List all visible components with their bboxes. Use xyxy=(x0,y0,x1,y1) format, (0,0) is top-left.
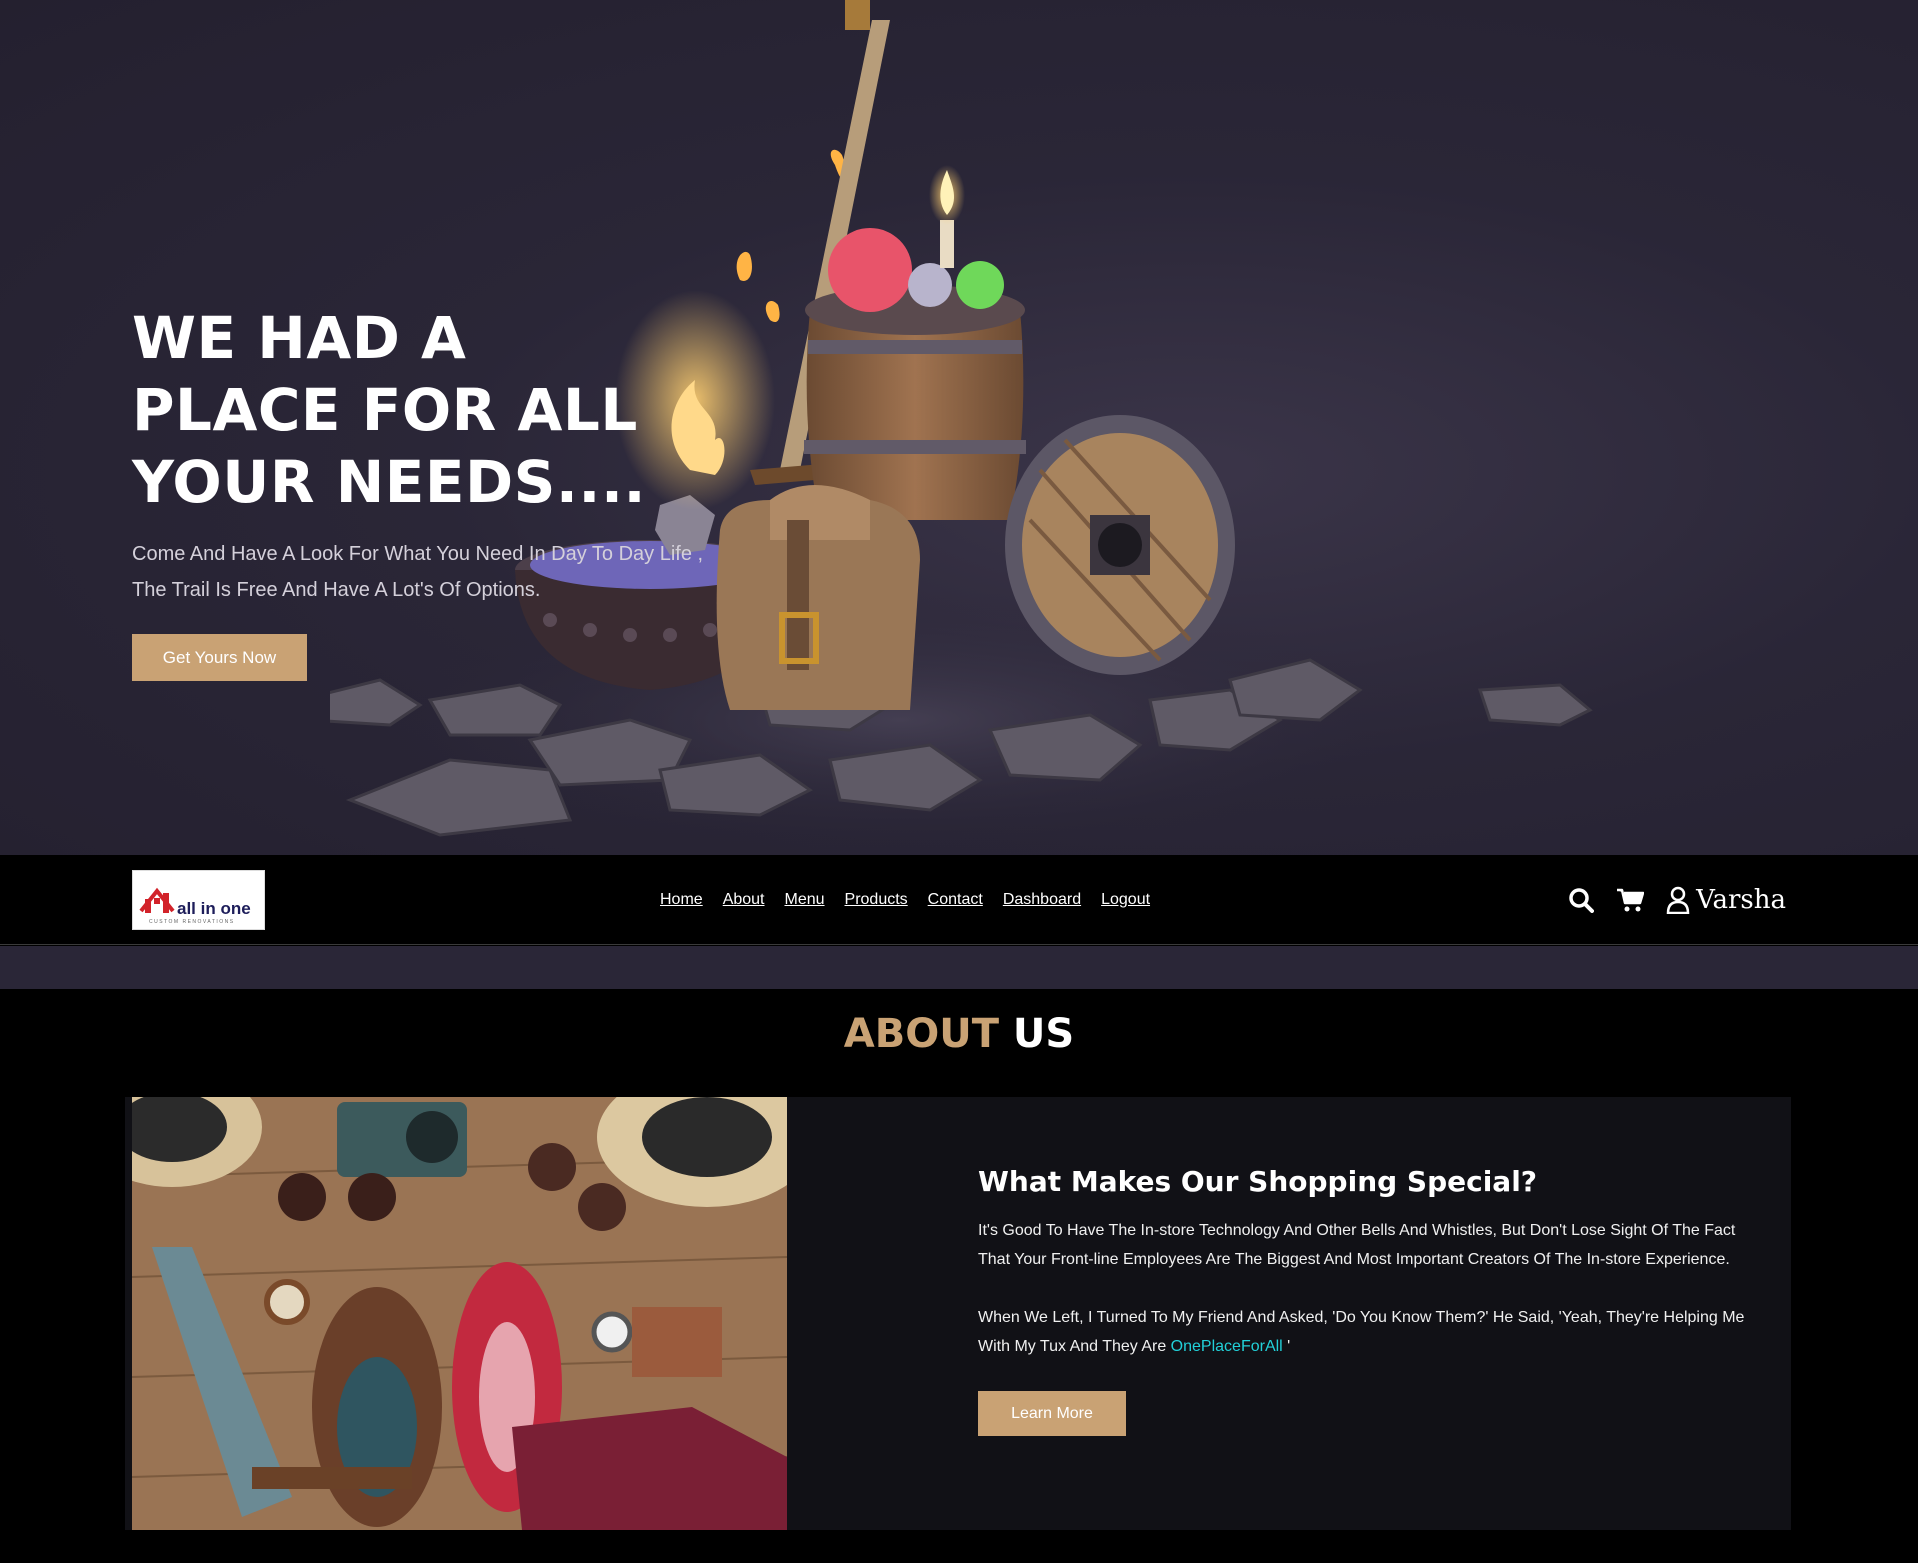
logo[interactable]: all in one CUSTOM RENOVATIONS xyxy=(132,870,265,930)
nav-link-home[interactable]: Home xyxy=(660,891,703,909)
navbar: all in one CUSTOM RENOVATIONS Home About… xyxy=(0,855,1918,945)
hero-title: WE HAD A PLACE FOR ALL YOUR NEEDS.... xyxy=(132,304,647,516)
learn-more-button[interactable]: Learn More xyxy=(978,1391,1126,1436)
nav-links: Home About Menu Products Contact Dashboa… xyxy=(660,855,1150,945)
house-logo-icon: all in one CUSTOM RENOVATIONS xyxy=(139,887,251,925)
hero-subtitle: Come And Have A Look For What You Need I… xyxy=(132,543,704,601)
nav-link-contact[interactable]: Contact xyxy=(928,891,983,909)
about-paragraph-2: When We Left, I Turned To My Friend And … xyxy=(978,1303,1768,1361)
section-divider xyxy=(0,946,1918,989)
about-title: What Makes Our Shopping Special? xyxy=(978,1165,1538,1198)
about-card: What Makes Our Shopping Special? It's Go… xyxy=(125,1097,1791,1530)
about-section: ABOUT US What Makes Our Shopping Special… xyxy=(0,989,1918,1563)
fashion-flatlay-image xyxy=(132,1097,787,1530)
hero-section: WE HAD A PLACE FOR ALL YOUR NEEDS.... Co… xyxy=(0,0,1918,855)
about-heading-rest: US xyxy=(1012,1011,1075,1057)
about-content: What Makes Our Shopping Special? It's Go… xyxy=(978,1165,1768,1436)
about-paragraph-2-text: When We Left, I Turned To My Friend And … xyxy=(978,1309,1745,1355)
about-heading: ABOUT US xyxy=(0,1011,1918,1057)
logo-text: all in one xyxy=(177,899,251,918)
cart-icon[interactable] xyxy=(1616,887,1645,913)
about-heading-accent: ABOUT xyxy=(843,1011,999,1057)
nav-link-about[interactable]: About xyxy=(723,891,765,909)
nav-link-products[interactable]: Products xyxy=(845,891,908,909)
nav-link-logout[interactable]: Logout xyxy=(1101,891,1150,909)
nav-icons: Varsha xyxy=(1568,855,1786,945)
logo-subtext: CUSTOM RENOVATIONS xyxy=(149,919,235,925)
nav-link-menu[interactable]: Menu xyxy=(785,891,825,909)
user-menu[interactable]: Varsha xyxy=(1666,885,1786,915)
oneplaceforall-highlight: OnePlaceForAll xyxy=(1170,1338,1283,1355)
hero-text: WE HAD A PLACE FOR ALL YOUR NEEDS.... Co… xyxy=(132,302,752,608)
search-icon[interactable] xyxy=(1568,887,1595,913)
nav-link-dashboard[interactable]: Dashboard xyxy=(1003,891,1081,909)
about-image xyxy=(132,1097,787,1530)
user-icon xyxy=(1666,886,1690,914)
user-name: Varsha xyxy=(1696,885,1786,915)
get-yours-now-button[interactable]: Get Yours Now xyxy=(132,634,307,681)
about-paragraph-2-end: ' xyxy=(1282,1338,1291,1355)
about-paragraph-1: It's Good To Have The In-store Technolog… xyxy=(978,1222,1736,1268)
